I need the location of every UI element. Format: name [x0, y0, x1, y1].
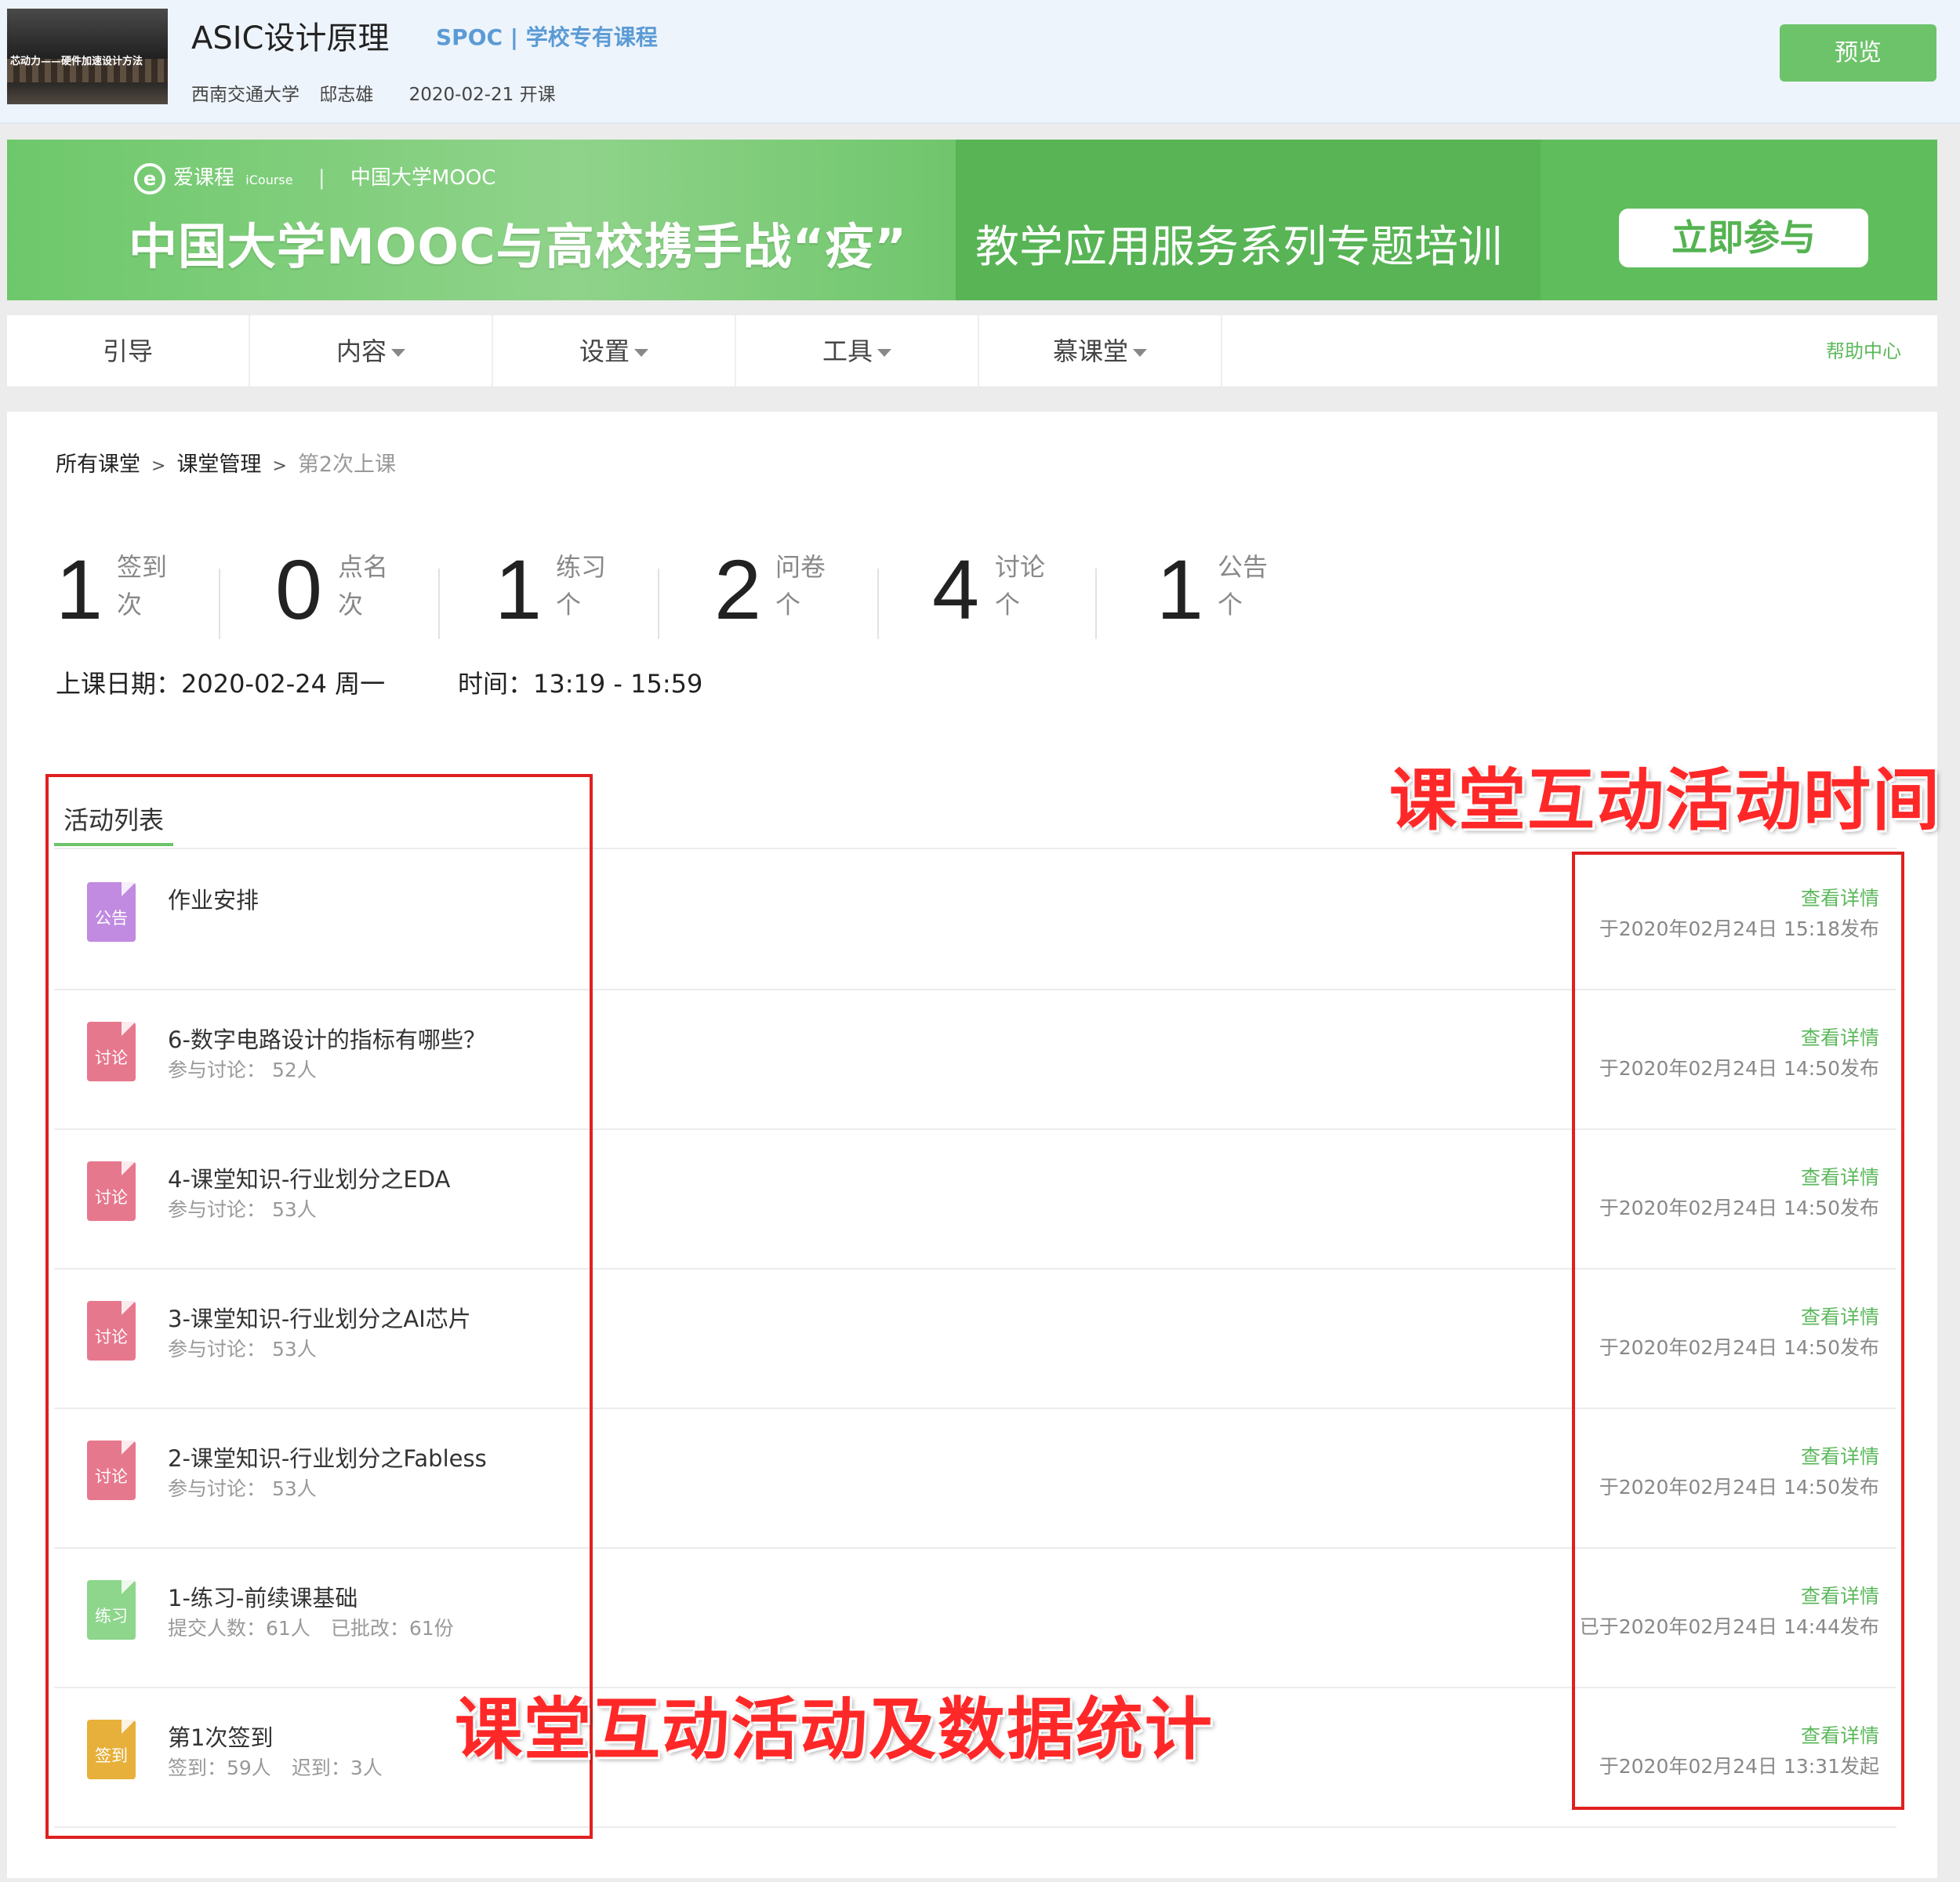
stat-label: 问卷 — [775, 552, 826, 582]
stat-label: 公告 — [1218, 552, 1269, 582]
class-time: 时间：13:19 - 15:59 — [458, 664, 702, 700]
university-name: 西南交通大学 — [191, 85, 299, 105]
stat-checkin: 1 签到 次 — [56, 543, 212, 643]
class-time-label: 时间： — [458, 669, 534, 699]
banner-main-slogan: 中国大学MOOC与高校携手战“疫” — [129, 218, 908, 275]
breadcrumb-current: 第2次上课 — [297, 452, 397, 477]
stat-unit: 次 — [338, 590, 364, 619]
banner-logos: e 爱课程 iCourse | 中国大学MOOC — [134, 162, 495, 194]
nav-tools[interactable]: 工具 — [736, 315, 979, 387]
stat-value: 1 — [495, 542, 543, 637]
icourse-logo-en: iCourse — [245, 173, 293, 187]
stat-exercise: 1 练习 个 — [495, 543, 652, 643]
stat-label: 签到 — [117, 552, 168, 582]
stat-divider — [877, 569, 879, 639]
nav-guide[interactable]: 引导 — [7, 315, 250, 387]
stat-discussion: 4 讨论 个 — [932, 543, 1089, 643]
stat-unit: 个 — [995, 590, 1021, 619]
icourse-logo-icon: e — [134, 162, 165, 194]
class-date-value: 2020-02-24 周一 — [181, 669, 386, 699]
course-meta: 西南交通大学 邸志雄 2020-02-21 开课 — [191, 79, 570, 106]
course-start-date: 2020-02-21 开课 — [408, 85, 556, 105]
class-time-value: 13:19 - 15:59 — [533, 669, 703, 699]
chevron-down-icon — [1133, 349, 1147, 357]
thumbnail-floor-graphic — [7, 84, 168, 104]
annotation-box-times — [1572, 852, 1904, 1810]
chevron-down-icon — [391, 349, 405, 357]
chevron-down-icon — [634, 349, 648, 357]
course-header: 芯动力——硬件加速设计方法 ASIC设计原理 SPOC | 学校专有课程 西南交… — [0, 0, 1960, 124]
icourse-logo-text: 爱课程 — [173, 166, 235, 190]
teacher-name: 邸志雄 — [319, 85, 374, 105]
course-type-tag: SPOC | 学校专有课程 — [436, 24, 658, 50]
stat-unit: 个 — [556, 590, 582, 619]
nav-content[interactable]: 内容 — [250, 315, 493, 387]
banner-sub-slogan: 教学应用服务系列专题培训 — [975, 222, 1502, 273]
stat-value: 1 — [1156, 542, 1204, 637]
chevron-down-icon — [877, 349, 891, 357]
stat-divider — [1095, 569, 1097, 639]
stat-rollcall: 0 点名 次 — [275, 543, 432, 643]
breadcrumb: 所有课堂 > 课堂管理 > 第2次上课 — [56, 447, 396, 478]
nav-tools-label: 工具 — [822, 336, 873, 366]
course-thumbnail[interactable]: 芯动力——硬件加速设计方法 — [7, 9, 168, 104]
stat-value: 1 — [56, 542, 103, 637]
chevron-right-icon: > — [151, 456, 166, 476]
promo-banner[interactable]: e 爱课程 iCourse | 中国大学MOOC 中国大学MOOC与高校携手战“疫… — [7, 140, 1937, 300]
mooc-logo-text: 中国大学MOOC — [350, 166, 496, 190]
stat-value: 2 — [714, 542, 762, 637]
stat-survey: 2 问卷 个 — [714, 543, 871, 643]
join-now-button[interactable]: 立即参与 — [1619, 209, 1868, 267]
nav-settings[interactable]: 设置 — [493, 315, 736, 387]
thumbnail-text: 芯动力——硬件加速设计方法 — [10, 56, 143, 67]
chevron-right-icon: > — [272, 456, 287, 476]
nav-mooc-classroom-label: 慕课堂 — [1052, 336, 1128, 366]
class-date: 上课日期：2020-02-24 周一 — [56, 664, 385, 700]
stat-divider — [658, 569, 659, 639]
preview-button[interactable]: 预览 — [1780, 24, 1936, 82]
stat-value: 4 — [932, 542, 980, 637]
stat-announcement: 1 公告 个 — [1156, 543, 1313, 643]
stat-label: 点名 — [338, 552, 389, 582]
nav-mooc-classroom[interactable]: 慕课堂 — [979, 315, 1222, 387]
stat-label: 讨论 — [995, 552, 1046, 582]
stat-value: 0 — [275, 542, 323, 637]
stat-label: 练习 — [556, 552, 607, 582]
breadcrumb-class-management[interactable]: 课堂管理 — [176, 452, 261, 477]
course-nav: 引导 内容 设置 工具 慕课堂 帮助中心 — [7, 315, 1937, 387]
stat-unit: 个 — [775, 590, 801, 619]
breadcrumb-all-classes[interactable]: 所有课堂 — [56, 452, 140, 477]
nav-content-label: 内容 — [336, 336, 387, 366]
nav-settings-label: 设置 — [579, 336, 630, 366]
stat-divider — [219, 569, 220, 639]
annotation-label-times: 课堂互动活动时间 — [1389, 761, 1941, 840]
stat-unit: 个 — [1218, 590, 1243, 619]
nav-guide-label: 引导 — [102, 336, 153, 366]
annotation-label-activities: 课堂互动活动及数据统计 — [455, 1690, 1214, 1769]
stat-divider — [438, 569, 440, 639]
help-center-link[interactable]: 帮助中心 — [1826, 315, 1901, 387]
logo-separator: | — [318, 166, 325, 190]
class-date-label: 上课日期： — [56, 669, 182, 699]
course-title: ASIC设计原理 — [191, 20, 390, 56]
stat-unit: 次 — [117, 590, 143, 619]
